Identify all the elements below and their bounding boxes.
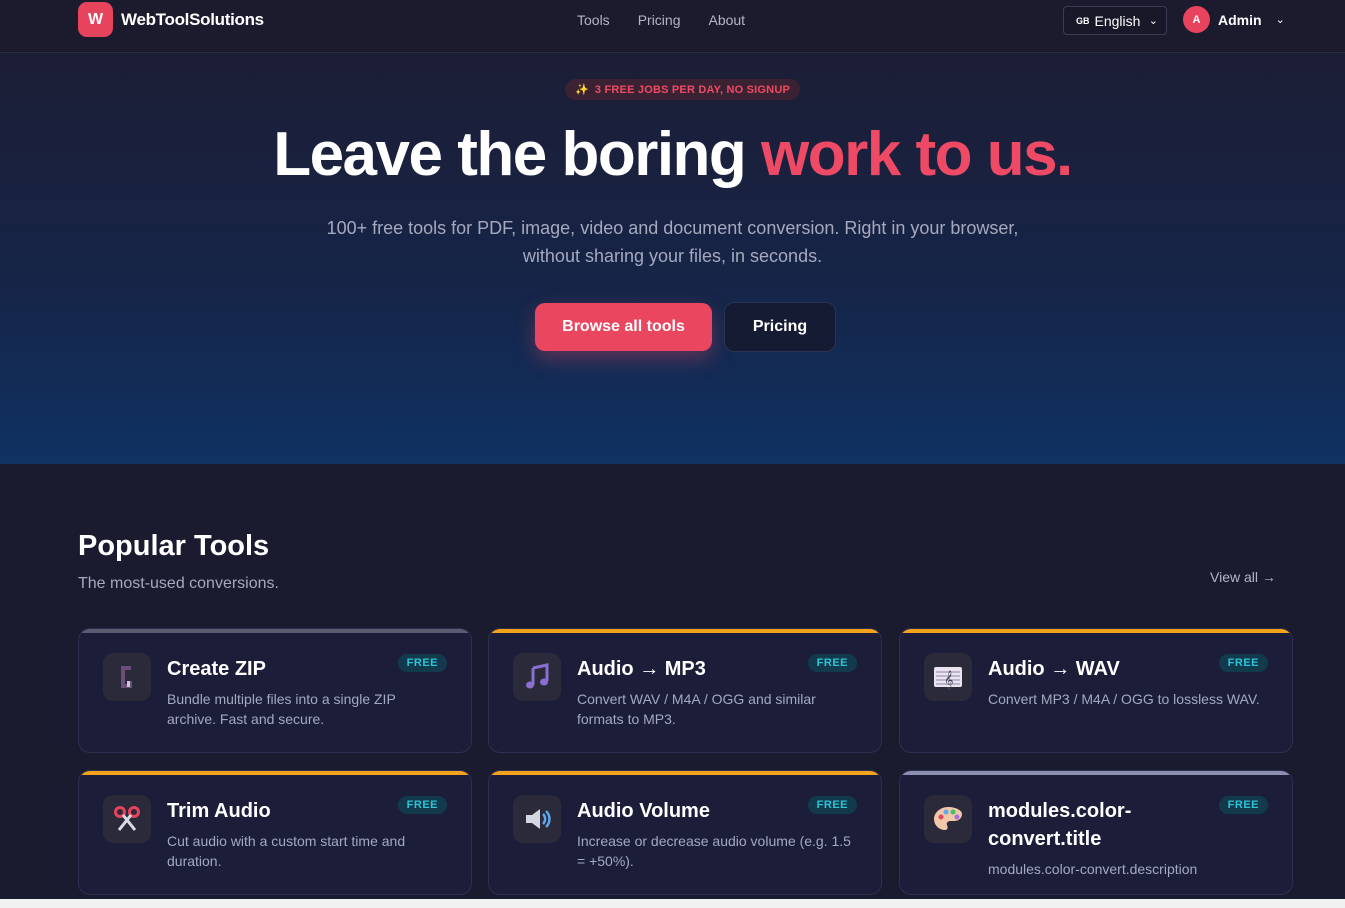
tool-card-title: modules.color-convert.title — [988, 800, 1132, 850]
language-label: English — [1094, 12, 1141, 29]
speaker-icon — [513, 795, 561, 843]
tool-card-title: Create ZIP — [167, 658, 266, 680]
hero-title-main: Leave the boring — [273, 120, 762, 189]
nav-links: Tools Pricing About — [577, 12, 745, 28]
tool-card-description: Cut audio with a custom start time and d… — [167, 833, 406, 869]
tool-card-trim-audio[interactable]: Trim Audio FREE Cut audio with a custom … — [78, 770, 472, 895]
treble-clef-icon: 𝄞 — [924, 653, 972, 701]
hero-title-accent: work to us. — [761, 120, 1073, 189]
nav-link-tools[interactable]: Tools — [577, 12, 610, 28]
clamp-icon — [103, 653, 151, 701]
tool-card-title: Audio → MP3 — [577, 658, 706, 680]
music-note-icon — [513, 653, 561, 701]
card-accent-bar — [900, 771, 1292, 775]
tool-card-description: modules.color-convert.description — [988, 861, 1198, 877]
flag-icon: GB — [1076, 15, 1090, 26]
taskbar-strip — [0, 899, 1345, 908]
card-accent-bar — [900, 629, 1292, 633]
tool-card-color-convert[interactable]: modules.color-convert.title FREE modules… — [899, 770, 1293, 895]
free-badge: FREE — [807, 654, 857, 672]
tool-card-description: Convert MP3 / M4A / OGG to lossless WAV. — [988, 691, 1260, 707]
user-menu[interactable]: A Admin ⌄ — [1183, 6, 1285, 33]
brand-logo-icon: W — [78, 2, 113, 37]
free-badge: FREE — [1218, 654, 1268, 672]
tool-card-description: Bundle multiple files into a single ZIP … — [167, 691, 396, 727]
tool-card-audio-wav[interactable]: 𝄞 Audio → WAV FREE Convert MP3 / M4A / O… — [899, 628, 1293, 753]
tool-card-title: Audio → WAV — [988, 658, 1120, 680]
user-name: Admin — [1218, 11, 1262, 28]
card-accent-bar — [489, 629, 881, 633]
brand-name: WebToolSolutions — [121, 9, 264, 29]
tool-card-description: Increase or decrease audio volume (e.g. … — [577, 833, 851, 869]
sparkles-icon: ✨ — [575, 84, 589, 96]
view-all-link[interactable]: View all → — [1210, 569, 1276, 585]
popular-tools-title: Popular Tools — [78, 530, 270, 562]
tool-card-title: Audio Volume — [577, 800, 710, 822]
card-accent-bar — [79, 629, 471, 633]
free-badge: FREE — [397, 796, 447, 814]
tool-card-audio-volume[interactable]: Audio Volume FREE Increase or decrease a… — [488, 770, 882, 895]
tool-card-create-zip[interactable]: Create ZIP FREE Bundle multiple files in… — [78, 628, 472, 753]
hero-section: ✨ 3 FREE JOBS PER DAY, NO SIGNUP Leave t… — [0, 53, 1345, 464]
popular-tools-subtitle: The most-used conversions. — [78, 575, 279, 592]
brand-link[interactable]: W WebToolSolutions — [78, 2, 264, 37]
avatar: A — [1183, 6, 1210, 33]
palette-icon — [924, 795, 972, 843]
nav-link-about[interactable]: About — [708, 12, 745, 28]
chevron-down-icon: ⌄ — [1148, 15, 1158, 27]
card-accent-bar — [489, 771, 881, 775]
card-accent-bar — [79, 771, 471, 775]
language-select[interactable]: GB English ⌄ — [1063, 6, 1167, 35]
tool-card-description: Convert WAV / M4A / OGG and similar form… — [577, 691, 816, 727]
scissors-icon — [103, 795, 151, 843]
browse-all-tools-button[interactable]: Browse all tools — [535, 303, 712, 351]
chevron-down-icon: ⌄ — [1275, 14, 1285, 26]
pricing-button[interactable]: Pricing — [724, 302, 836, 352]
free-badge: FREE — [1218, 796, 1268, 814]
top-nav: W WebToolSolutions Tools Pricing About G… — [0, 0, 1345, 53]
tool-card-audio-mp3[interactable]: Audio → MP3 FREE Convert WAV / M4A / OGG… — [488, 628, 882, 753]
tool-card-title: Trim Audio — [167, 800, 271, 822]
hero-title: Leave the boring work to us. — [0, 119, 1345, 190]
nav-link-pricing[interactable]: Pricing — [638, 12, 681, 28]
free-jobs-badge-text: 3 FREE JOBS PER DAY, NO SIGNUP — [594, 83, 790, 96]
svg-text:𝄞: 𝄞 — [944, 670, 953, 690]
free-badge: FREE — [807, 796, 857, 814]
free-badge: FREE — [397, 654, 447, 672]
hero-subtitle: 100+ free tools for PDF, image, video an… — [326, 218, 1019, 266]
free-jobs-badge: ✨ 3 FREE JOBS PER DAY, NO SIGNUP — [565, 79, 800, 100]
